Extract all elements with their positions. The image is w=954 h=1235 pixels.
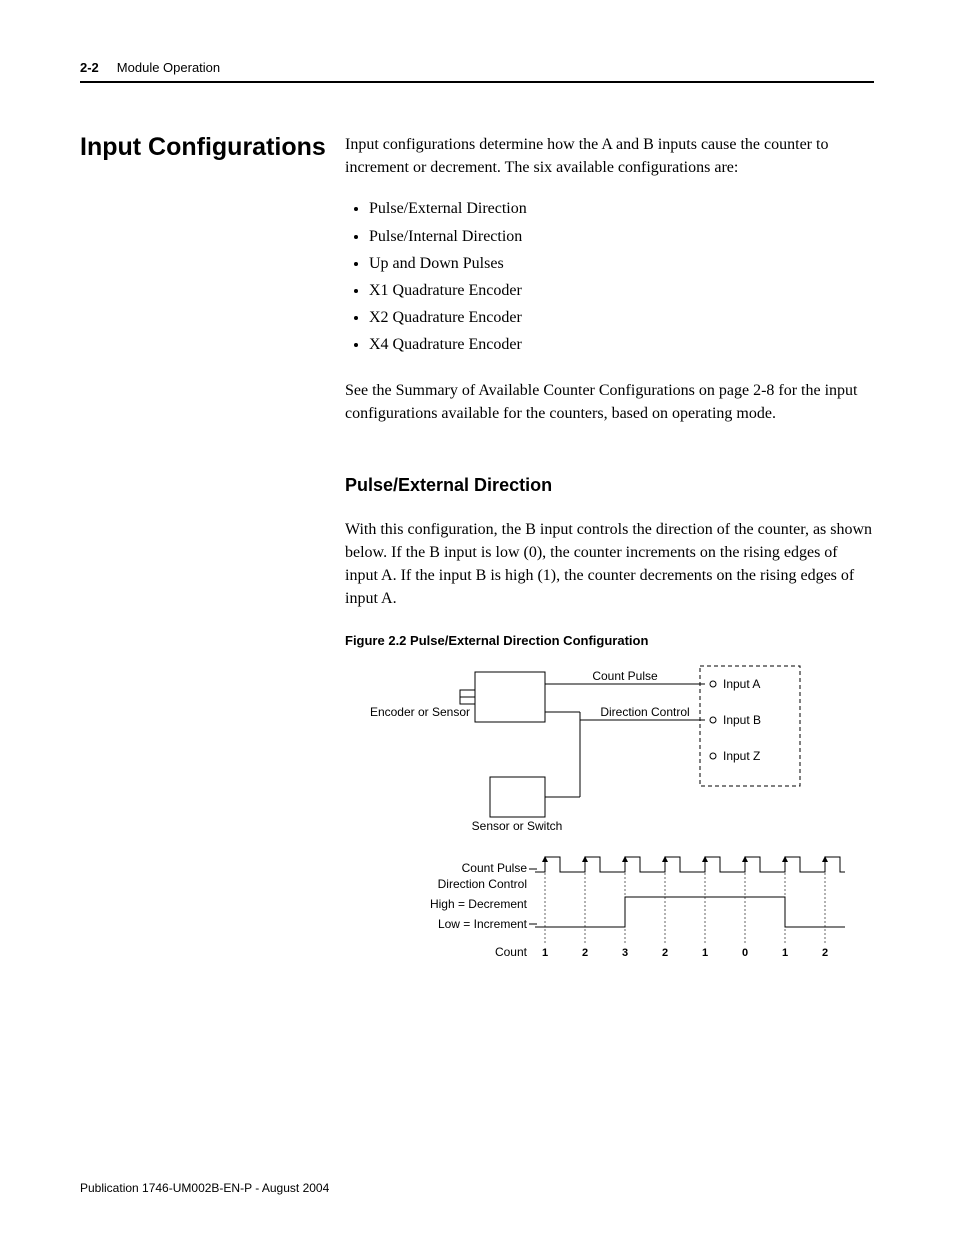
section-title: Input Configurations <box>80 133 345 162</box>
wave-count-label: Count <box>495 945 528 959</box>
sensor-label: Sensor or Switch <box>472 819 563 833</box>
subsection-title: Pulse/External Direction <box>345 475 874 496</box>
input-z-label: Input Z <box>723 749 760 763</box>
wave-count-pulse-label: Count Pulse <box>462 861 528 875</box>
count-value: 1 <box>782 947 788 959</box>
page-header: 2-2 Module Operation <box>80 60 874 75</box>
header-rule <box>80 81 874 83</box>
wave-dir-line2: High = Decrement <box>430 897 528 911</box>
count-value: 3 <box>622 947 628 959</box>
subsection-body: With this configuration, the B input con… <box>345 518 874 611</box>
count-value: 2 <box>822 947 828 959</box>
count-pulse-label: Count Pulse <box>592 669 658 683</box>
list-item: X2 Quadrature Encoder <box>369 304 874 331</box>
encoder-label: Encoder or Sensor <box>370 705 470 719</box>
publication-footer: Publication 1746-UM002B-EN-P - August 20… <box>80 1181 329 1195</box>
count-value: 0 <box>742 947 748 959</box>
count-value: 2 <box>582 947 588 959</box>
list-item: Pulse/External Direction <box>369 195 874 222</box>
list-item: Up and Down Pulses <box>369 250 874 277</box>
chapter-title: Module Operation <box>117 60 220 75</box>
list-item: X4 Quadrature Encoder <box>369 331 874 358</box>
after-list-paragraph: See the Summary of Available Counter Con… <box>345 379 874 425</box>
direction-control-label: Direction Control <box>600 705 689 719</box>
list-item: Pulse/Internal Direction <box>369 223 874 250</box>
page-number: 2-2 <box>80 60 99 75</box>
count-value: 2 <box>662 947 668 959</box>
wave-dir-line1: Direction Control <box>438 877 527 891</box>
figure-diagram: Count Pulse Direction Control Encoder or… <box>345 662 874 965</box>
figure-caption: Figure 2.2 Pulse/External Direction Conf… <box>345 633 874 648</box>
config-list: Pulse/External Direction Pulse/Internal … <box>345 195 874 358</box>
count-value: 1 <box>542 947 548 959</box>
wave-dir-line3: Low = Increment <box>438 917 528 931</box>
intro-paragraph: Input configurations determine how the A… <box>345 133 874 179</box>
input-a-label: Input A <box>723 677 760 691</box>
list-item: X1 Quadrature Encoder <box>369 277 874 304</box>
count-value: 1 <box>702 947 708 959</box>
input-b-label: Input B <box>723 713 761 727</box>
